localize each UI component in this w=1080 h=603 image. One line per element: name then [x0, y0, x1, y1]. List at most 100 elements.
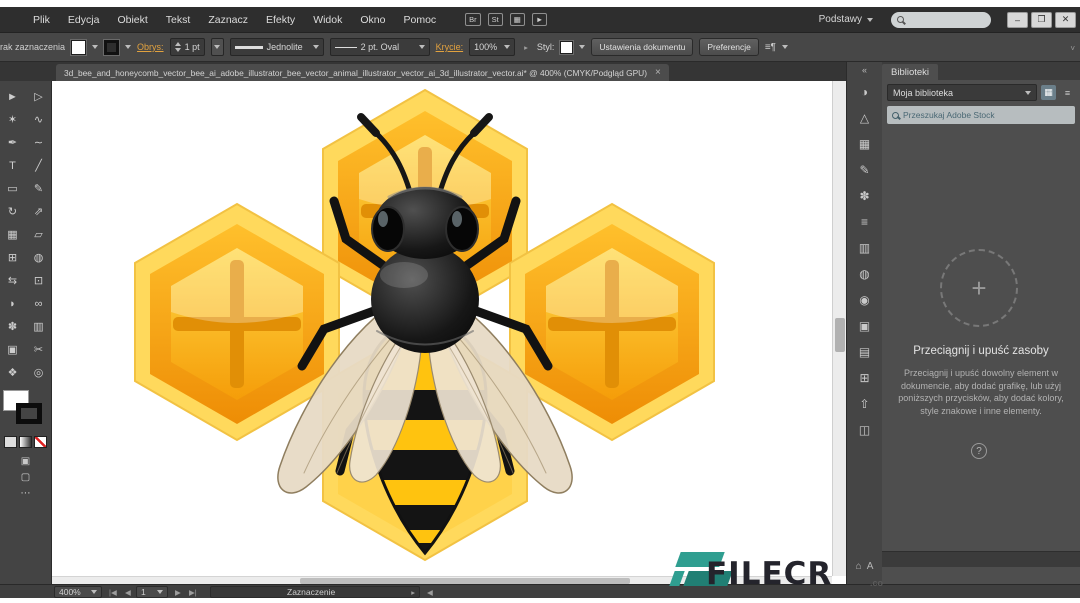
- panel-icon-asset-export[interactable]: ⇧: [853, 391, 877, 417]
- library-select[interactable]: Moja biblioteka: [887, 84, 1037, 101]
- dock-collapse-icon[interactable]: «: [862, 65, 867, 79]
- help-button[interactable]: ?: [971, 443, 987, 459]
- menu-item-plik[interactable]: Plik: [24, 14, 59, 26]
- canvas[interactable]: [52, 81, 832, 576]
- menu-item-efekty[interactable]: Efekty: [257, 14, 304, 26]
- stroke-style-dropdown[interactable]: Jednolite: [229, 38, 324, 56]
- artwork-bee-honeycomb[interactable]: [52, 81, 832, 576]
- dock-bottom-icon-home[interactable]: ⌂: [856, 561, 862, 572]
- menu-item-okno[interactable]: Okno: [351, 14, 394, 26]
- last-page-button[interactable]: ▶|: [186, 586, 200, 598]
- fill-chevron-icon[interactable]: [92, 45, 99, 49]
- prev-page-button[interactable]: ◀: [122, 586, 134, 598]
- tab-libraries[interactable]: Biblioteki: [882, 64, 939, 80]
- app-icon-bridge[interactable]: Br: [465, 13, 481, 26]
- style-swatch[interactable]: [560, 40, 574, 54]
- panel-icon-artboards[interactable]: ⊞: [853, 365, 877, 391]
- status-collapse-icon[interactable]: ◀: [424, 586, 436, 598]
- panel-icon-symbols[interactable]: ✽: [853, 183, 877, 209]
- status-display[interactable]: Zaznaczenie ▸: [210, 586, 420, 598]
- tool-gradient[interactable]: ◍: [26, 246, 52, 269]
- status-menu-icon[interactable]: ▸: [411, 588, 415, 597]
- stroke-panel-link[interactable]: Obrys:: [137, 42, 164, 52]
- dock-bottom-icon-type[interactable]: A: [867, 561, 874, 572]
- search-input[interactable]: [908, 14, 986, 25]
- panel-icon-stroke[interactable]: ≡: [853, 209, 877, 235]
- window-button-minimize[interactable]: –: [1007, 11, 1028, 28]
- tool-artboard[interactable]: ▣: [0, 338, 26, 361]
- tool-selection[interactable]: ►: [0, 85, 26, 108]
- drop-target-circle[interactable]: +: [940, 249, 1018, 327]
- align-chevron-icon[interactable]: [782, 45, 789, 49]
- tool-hand[interactable]: ❖: [0, 361, 26, 384]
- menu-item-tekst[interactable]: Tekst: [157, 14, 200, 26]
- stepper-arrows[interactable]: [174, 42, 181, 52]
- search-box[interactable]: [891, 11, 991, 28]
- stock-search-input[interactable]: [903, 110, 1070, 120]
- tool-magic-wand[interactable]: ✶: [0, 108, 26, 131]
- next-page-button[interactable]: ▶: [172, 586, 184, 598]
- tool-shaper[interactable]: ▱: [26, 223, 52, 246]
- page-field[interactable]: 1: [136, 586, 168, 598]
- panel-icon-graphic-styles[interactable]: ▣: [853, 313, 877, 339]
- grid-view-button[interactable]: ▦: [1041, 85, 1056, 100]
- panel-icon-swatches[interactable]: ▦: [853, 131, 877, 157]
- stroke-width-dropdown[interactable]: [210, 38, 224, 56]
- tool-rectangle[interactable]: ▭: [0, 177, 26, 200]
- controlbar-collapse-icon[interactable]: ˅: [1070, 44, 1075, 53]
- workspace-switcher[interactable]: Podstawy: [819, 14, 873, 25]
- app-icon-share[interactable]: ►: [531, 13, 548, 26]
- tool-curvature[interactable]: ∼: [26, 131, 52, 154]
- document-tab[interactable]: 3d_bee_and_honeycomb_vector_bee_ai_adobe…: [56, 64, 669, 81]
- opacity-dropdown[interactable]: 100%: [469, 38, 516, 56]
- paragraph-align-icon[interactable]: ≡¶: [765, 42, 776, 53]
- panel-icon-layers[interactable]: ▤: [853, 339, 877, 365]
- menu-item-edycja[interactable]: Edycja: [59, 14, 109, 26]
- tool-pen[interactable]: ✒: [0, 131, 26, 154]
- tool-lasso[interactable]: ∿: [26, 108, 52, 131]
- tool-blend[interactable]: ∞: [26, 292, 52, 315]
- gradient-button[interactable]: [19, 436, 32, 448]
- stroke-swatch[interactable]: [16, 403, 42, 424]
- horizontal-scrollbar[interactable]: [52, 576, 832, 584]
- stroke-chevron-icon[interactable]: [125, 45, 132, 49]
- list-view-button[interactable]: ≡: [1060, 85, 1075, 100]
- menu-item-zaznacz[interactable]: Zaznacz: [199, 14, 257, 26]
- panel-icon-appearance[interactable]: ◉: [853, 287, 877, 313]
- first-page-button[interactable]: |◀: [106, 586, 120, 598]
- tool-zoom[interactable]: ◎: [26, 361, 52, 384]
- tool-eyedropper[interactable]: ◗: [0, 292, 26, 315]
- panel-icon-transparency[interactable]: ◍: [853, 261, 877, 287]
- vertical-scrollbar[interactable]: [832, 81, 846, 576]
- style-chevron-icon[interactable]: [579, 45, 586, 49]
- app-icon-arrange-documents[interactable]: ▦: [509, 13, 525, 26]
- tool-column-graph[interactable]: ▥: [26, 315, 52, 338]
- tool-symbol-sprayer[interactable]: ✽: [0, 315, 26, 338]
- tool-paintbrush[interactable]: ✎: [26, 177, 52, 200]
- tool-direct-selection[interactable]: ▷: [26, 85, 52, 108]
- window-button-restore[interactable]: ❐: [1031, 11, 1052, 28]
- tool-mesh[interactable]: ▦: [0, 223, 26, 246]
- tool-width[interactable]: ⇆: [0, 269, 26, 292]
- panel-icon-color[interactable]: ◑: [853, 79, 877, 105]
- none-button[interactable]: [34, 436, 47, 448]
- preferences-button[interactable]: Preferencje: [699, 38, 759, 56]
- stroke-color-swatch[interactable]: [104, 39, 120, 55]
- toolbar-extra-more[interactable]: ⋯: [21, 488, 31, 499]
- menu-item-pomoc[interactable]: Pomoc: [394, 14, 445, 26]
- stroke-width-stepper[interactable]: 1 pt: [169, 38, 205, 56]
- tool-rotate[interactable]: ↻: [0, 200, 26, 223]
- document-setup-button[interactable]: Ustawienia dokumentu: [591, 38, 694, 56]
- fill-color-swatch[interactable]: [71, 39, 87, 55]
- window-button-close[interactable]: ✕: [1055, 11, 1076, 28]
- toolbar-extra-screen-mode[interactable]: ▢: [21, 472, 30, 483]
- tool-line-segment[interactable]: ╱: [26, 154, 52, 177]
- style-expander-icon[interactable]: ▸: [521, 43, 531, 52]
- menu-item-obiekt[interactable]: Obiekt: [108, 14, 156, 26]
- tool-type[interactable]: T: [0, 154, 26, 177]
- zoom-dropdown[interactable]: 400%: [54, 586, 102, 598]
- menu-item-widok[interactable]: Widok: [304, 14, 351, 26]
- tool-free-transform[interactable]: ⊡: [26, 269, 52, 292]
- stock-search-box[interactable]: [887, 106, 1075, 124]
- panel-icon-brushes[interactable]: ✎: [853, 157, 877, 183]
